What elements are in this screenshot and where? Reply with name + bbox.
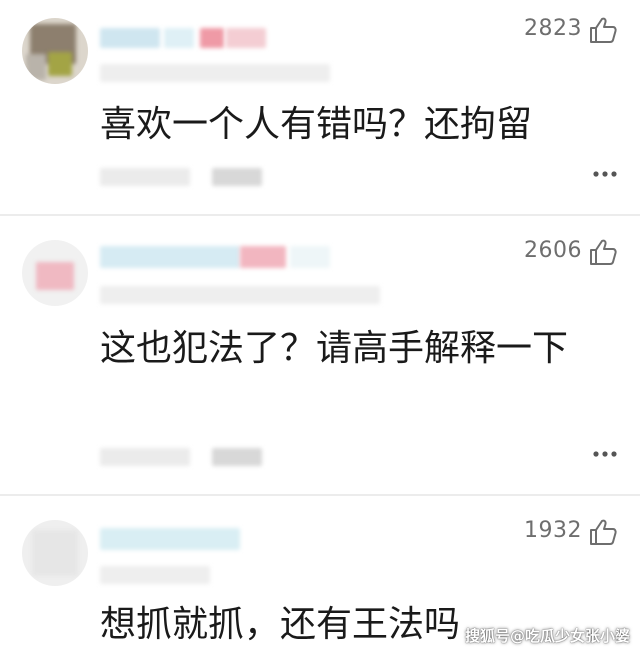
like-count: 1932 [524, 518, 582, 543]
user-meta [100, 62, 330, 84]
avatar[interactable] [22, 520, 88, 586]
username[interactable] [100, 524, 250, 552]
watermark: 搜狐号@吃瓜少女张小婆 [464, 627, 630, 645]
comment-text: 喜欢一个人有错吗？还拘留 [100, 104, 533, 145]
like-count: 2606 [524, 238, 582, 263]
username[interactable] [100, 24, 270, 50]
thumbs-up-icon[interactable] [588, 237, 618, 267]
user-meta [100, 564, 210, 586]
avatar[interactable] [22, 18, 88, 84]
username[interactable] [100, 242, 340, 272]
thumbs-up-icon[interactable] [588, 15, 618, 45]
comment-footer [100, 166, 270, 188]
comment-item: 2823 喜欢一个人有错吗？还拘留 [0, 0, 640, 214]
thumbs-up-icon[interactable] [588, 517, 618, 547]
comment-text: 这也犯法了？请高手解释一下 [100, 328, 569, 369]
more-dots-icon[interactable] [592, 170, 618, 178]
user-meta [100, 284, 380, 306]
comment-item: 2606 这也犯法了？请高手解释一下 [0, 216, 640, 494]
comment-footer [100, 446, 270, 468]
avatar[interactable] [22, 240, 88, 306]
more-dots-icon[interactable] [592, 450, 618, 458]
like-count: 2823 [524, 16, 582, 41]
